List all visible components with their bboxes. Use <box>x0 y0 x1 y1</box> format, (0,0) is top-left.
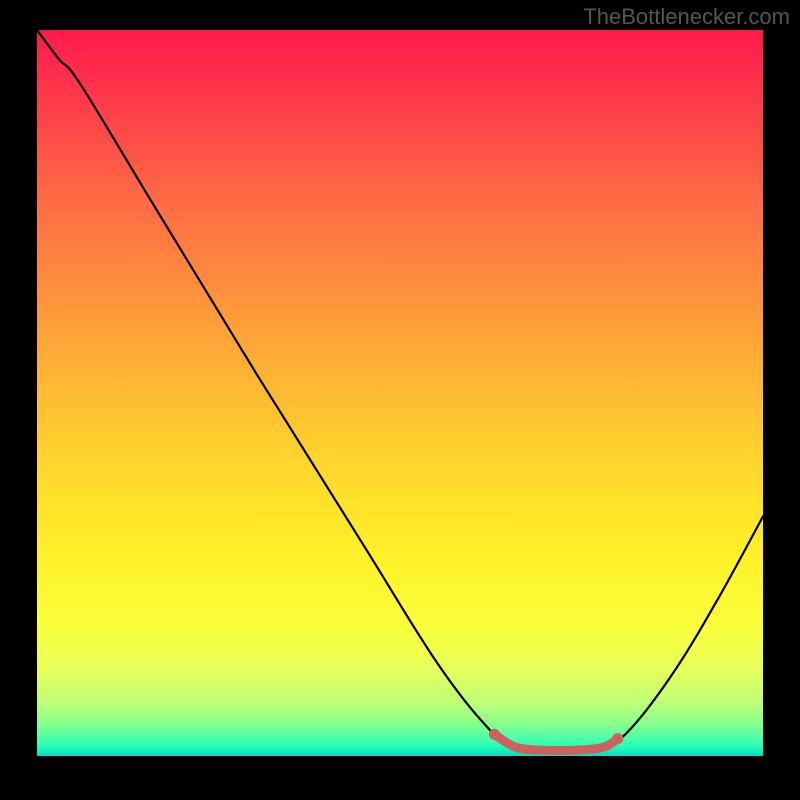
watermark-text: TheBottlenecker.com <box>583 4 790 30</box>
valley-endpoint-left-icon <box>489 729 500 740</box>
valley-highlight-segment <box>494 734 617 750</box>
chart-container: TheBottlenecker.com <box>0 0 800 800</box>
plot-area <box>37 30 763 756</box>
chart-svg <box>37 30 763 756</box>
bottleneck-curve <box>37 30 763 753</box>
valley-endpoint-right-icon <box>612 733 623 744</box>
